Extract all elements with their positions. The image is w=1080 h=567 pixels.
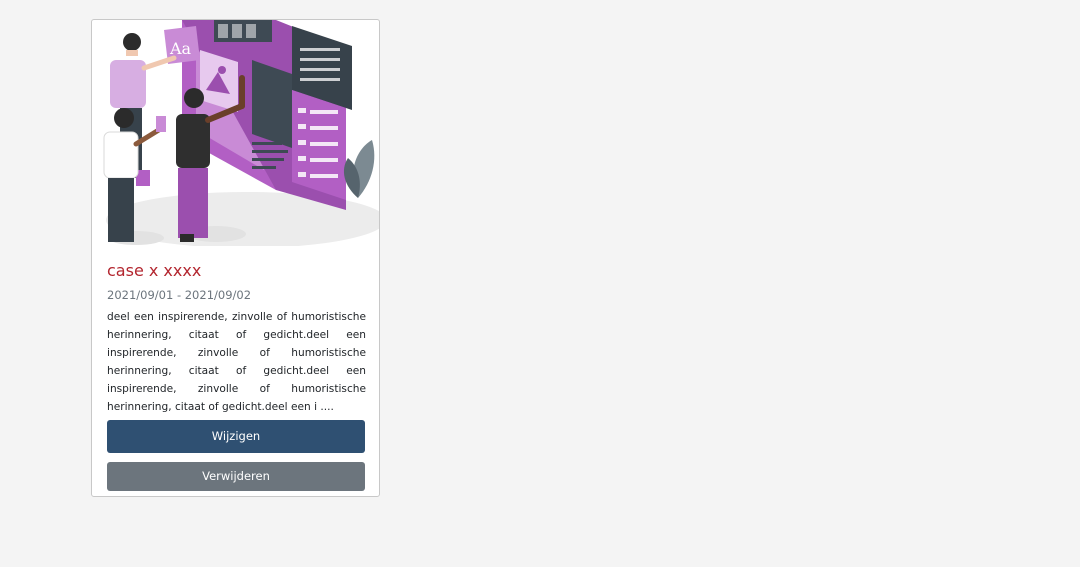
case-card: Aa case x xxxx 2021/09/01 - 2021/09/02 d… bbox=[91, 19, 380, 497]
people-editing-web-page-illustration: Aa bbox=[103, 20, 379, 246]
card-description: deel een inspirerende, zinvolle of humor… bbox=[107, 311, 366, 413]
delete-button[interactable]: Verwijderen bbox=[107, 462, 365, 491]
edit-button[interactable]: Wijzigen bbox=[107, 420, 365, 453]
svg-text:Aa: Aa bbox=[169, 39, 192, 58]
card-date-range: 2021/09/01 - 2021/09/02 bbox=[107, 288, 252, 302]
card-illustration: Aa bbox=[96, 20, 379, 246]
card-title: case x xxxx bbox=[107, 261, 202, 280]
card-body: case x xxxx 2021/09/01 - 2021/09/02 deel… bbox=[107, 260, 366, 416]
